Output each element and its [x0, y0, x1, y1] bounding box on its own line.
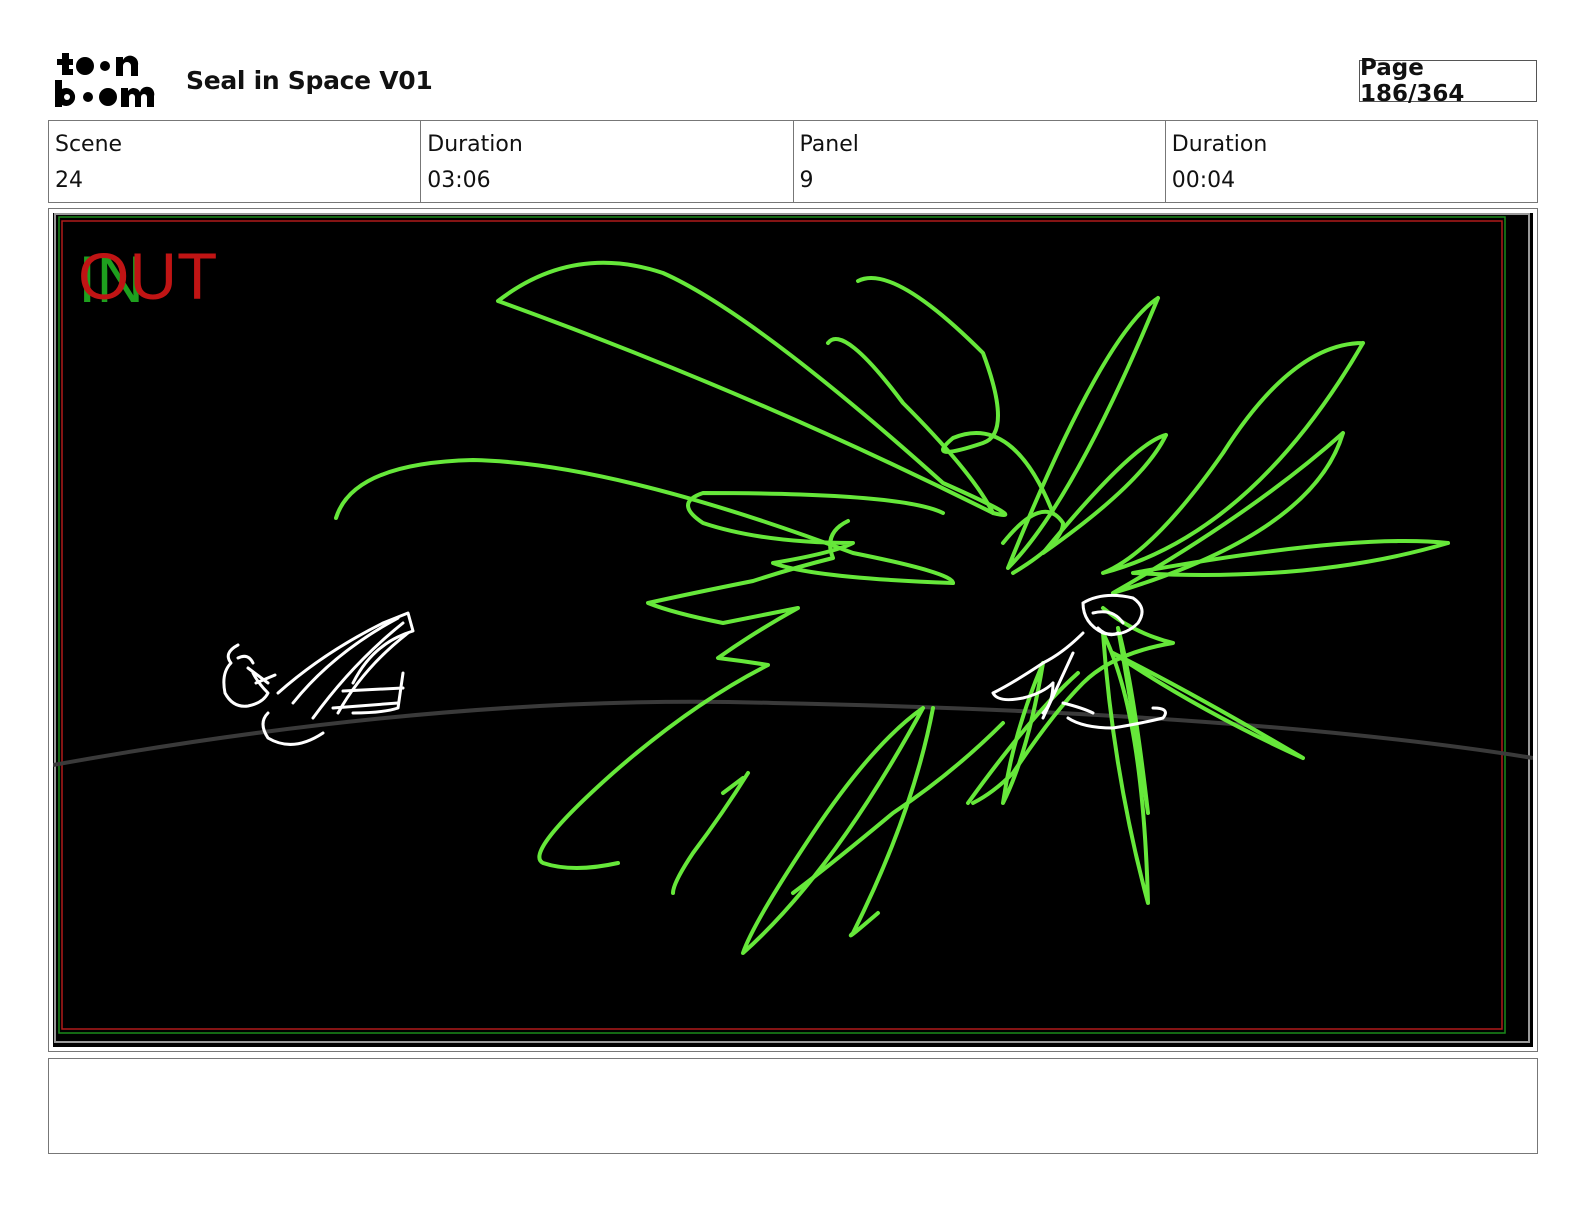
- scene-value: 24: [55, 168, 83, 193]
- scene-info-table: Scene 24 Duration 03:06 Panel 9 Duration…: [48, 120, 1538, 203]
- scene-cell: Scene 24: [49, 121, 422, 202]
- storyboard-panel-image: IN OUT: [53, 213, 1533, 1047]
- panel-notes-box: [48, 1058, 1538, 1154]
- panel-duration-label: Duration: [1171, 132, 1268, 157]
- panel-duration-value: 00:04: [1171, 168, 1236, 193]
- panel-cell: Panel 9: [794, 121, 1166, 202]
- panel-label: Panel: [799, 132, 859, 157]
- seal-sketch-right: [991, 593, 1167, 730]
- panel-drawing: [53, 213, 1533, 1043]
- out-marker: OUT: [78, 239, 218, 313]
- toon-boom-logo: [52, 50, 164, 112]
- scene-duration-cell: Duration 03:06: [421, 121, 794, 202]
- explosion-sketch: [334, 260, 1450, 955]
- scene-duration-label: Duration: [427, 132, 523, 157]
- scene-label: Scene: [55, 132, 123, 157]
- panel-duration-cell: Duration 00:04: [1166, 121, 1537, 202]
- page-indicator: Page 186/364: [1359, 55, 1537, 107]
- document-title: Seal in Space V01: [186, 66, 433, 95]
- horizon-line: [53, 699, 1533, 767]
- scene-duration-value: 03:06: [427, 168, 491, 193]
- panel-value: 9: [799, 168, 814, 193]
